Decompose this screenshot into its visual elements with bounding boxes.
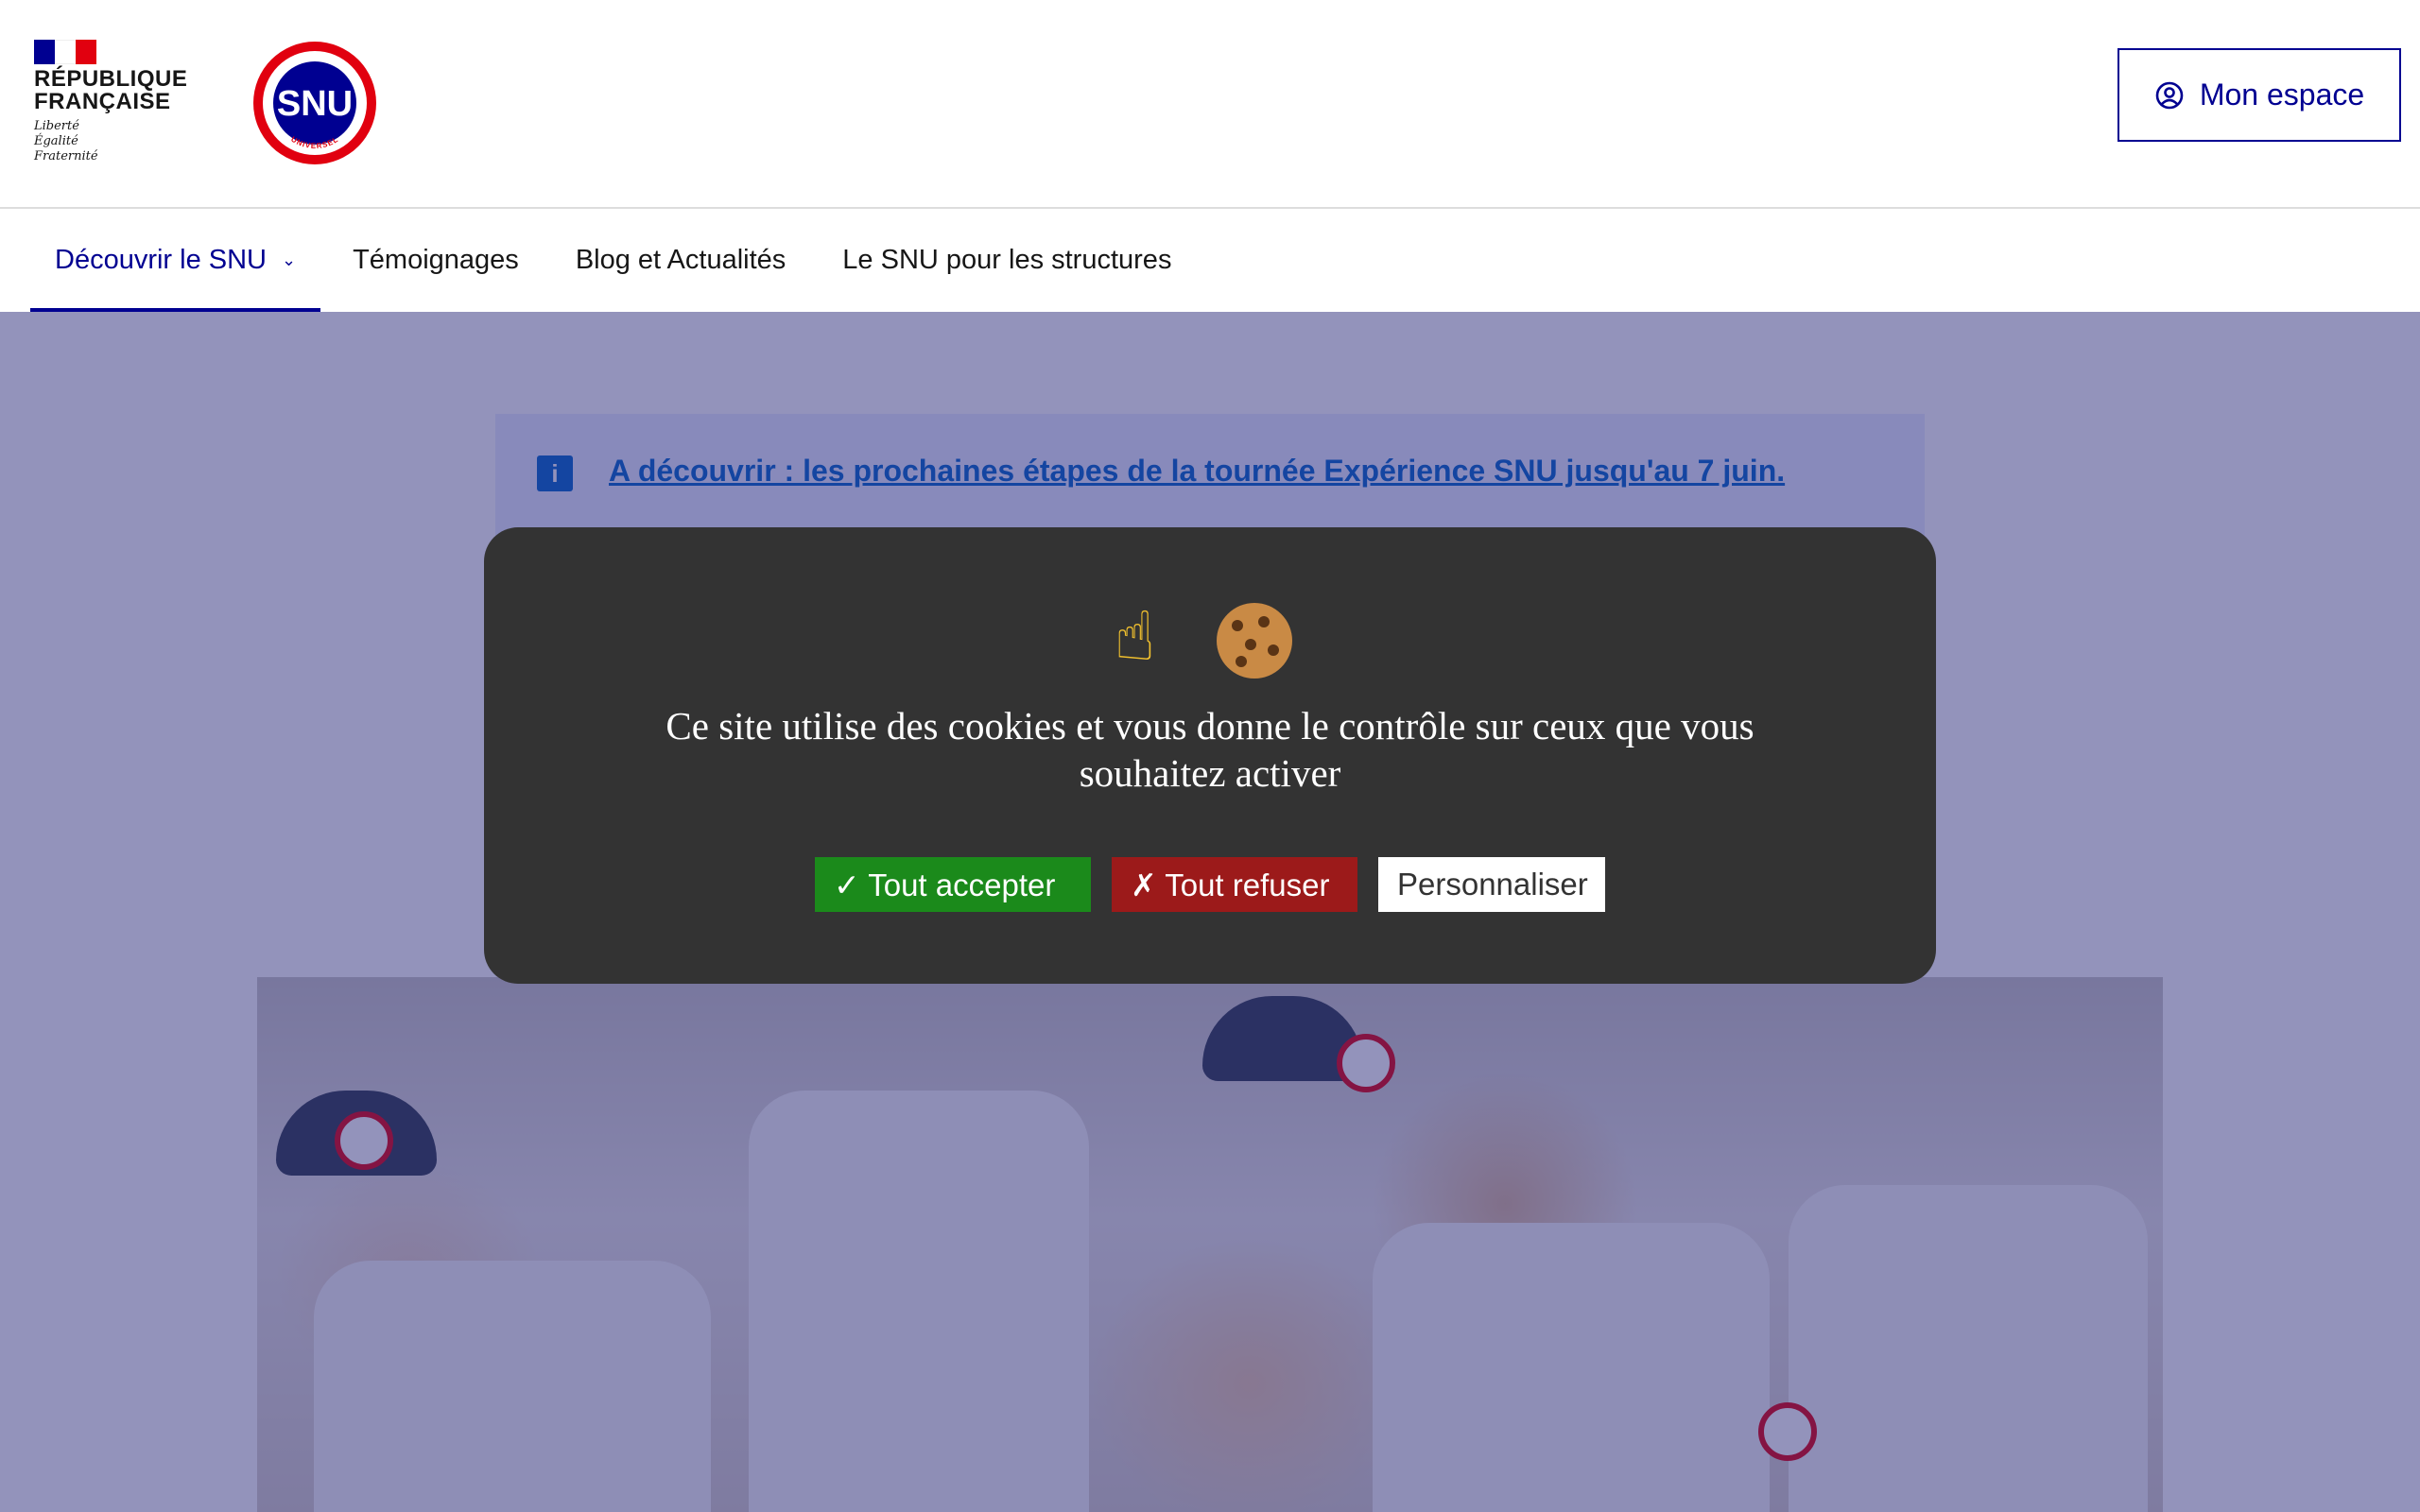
main-nav: Découvrir le SNU ⌄ Témoignages Blog et A… xyxy=(0,209,2420,312)
mon-espace-label: Mon espace xyxy=(2199,77,2365,112)
nav-item-structures[interactable]: Le SNU pour les structures xyxy=(818,209,1196,312)
gov-name-line1: RÉPUBLIQUE xyxy=(34,66,188,92)
motto-egalite: Égalité xyxy=(34,134,78,148)
cookie-message: Ce site utilise des cookies et vous donn… xyxy=(666,704,1754,795)
cookie-icon xyxy=(1203,593,1305,679)
motto-liberte: Liberté xyxy=(34,119,79,133)
nav-item-label: Le SNU pour les structures xyxy=(842,245,1172,275)
cookie-consent-dialog: ☝ Ce site utilise des cookies et vous do… xyxy=(484,527,1936,984)
gov-name: RÉPUBLIQUE FRANÇAISE xyxy=(34,66,188,114)
nav-item-temoignages[interactable]: Témoignages xyxy=(328,209,544,312)
user-account-icon xyxy=(2155,81,2184,109)
pointing-finger-icon: ☝ xyxy=(1114,596,1156,676)
motto-fraternite: Fraternité xyxy=(34,149,98,163)
snu-logo[interactable]: SERVICE NATIONAL UNIVERSEL SNU xyxy=(251,40,378,166)
refuse-all-button[interactable]: ✗ Tout refuser xyxy=(1112,857,1357,912)
cookie-buttons: ✓ Tout accepter ✗ Tout refuser Personnal… xyxy=(484,857,1936,912)
nav-item-label: Blog et Actualités xyxy=(575,245,786,275)
nav-item-label: Découvrir le SNU xyxy=(55,245,267,275)
nav-item-label: Témoignages xyxy=(353,245,519,275)
republique-francaise-logo[interactable]: RÉPUBLIQUE FRANÇAISE Liberté Égalité Fra… xyxy=(34,40,188,164)
cookie-emoji-row: ☝ xyxy=(484,593,1936,679)
snu-logo-text: SNU xyxy=(277,84,353,124)
nav-item-blog[interactable]: Blog et Actualités xyxy=(551,209,810,312)
nav-item-decouvrir[interactable]: Découvrir le SNU ⌄ xyxy=(30,209,321,312)
accept-all-button[interactable]: ✓ Tout accepter xyxy=(815,857,1091,912)
gov-name-line2: FRANÇAISE xyxy=(34,89,171,114)
marianne-flag-icon xyxy=(34,40,96,64)
chevron-down-icon: ⌄ xyxy=(282,250,297,269)
site-header: RÉPUBLIQUE FRANÇAISE Liberté Égalité Fra… xyxy=(0,0,2420,209)
customize-button[interactable]: Personnaliser xyxy=(1378,857,1605,912)
mon-espace-button[interactable]: Mon espace xyxy=(2118,48,2401,142)
gov-motto: Liberté Égalité Fraternité xyxy=(34,119,185,164)
